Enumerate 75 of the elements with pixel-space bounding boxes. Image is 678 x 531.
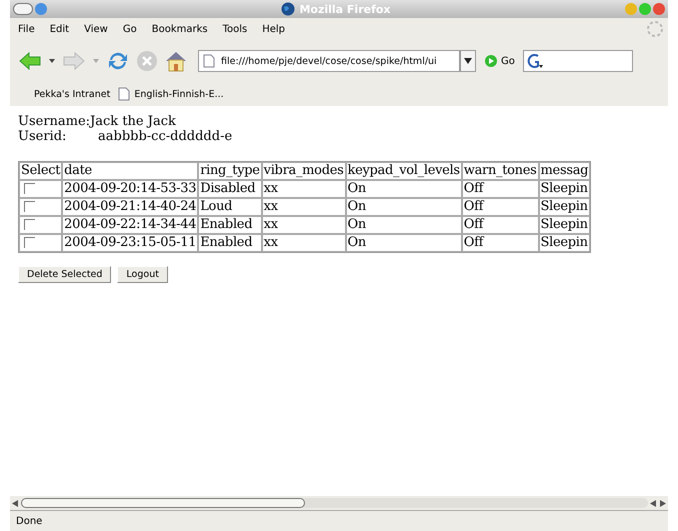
page-icon	[118, 87, 130, 101]
table-cell: Off	[462, 180, 539, 198]
table-cell: Sleepin	[538, 216, 590, 234]
form-button[interactable]: Logout	[117, 266, 168, 283]
column-header: warn_tones	[462, 162, 539, 180]
table-cell: 2004-09-21:14-40-24	[62, 198, 198, 216]
row-checkbox[interactable]	[24, 183, 35, 194]
column-header: keypad_vol_levels	[346, 162, 462, 180]
scroll-left-icon[interactable]	[12, 500, 19, 506]
address-dropdown-button[interactable]	[460, 50, 476, 72]
table-cell: xx	[262, 180, 346, 198]
column-header: messag	[538, 162, 590, 180]
table-cell: xx	[262, 234, 346, 252]
table-cell: Sleepin	[538, 234, 590, 252]
table-cell: On	[346, 216, 462, 234]
menu-item[interactable]: Go	[116, 24, 146, 34]
column-header: ring_type	[198, 162, 262, 180]
address-field[interactable]: file:///home/pje/devel/cose/cose/spike/html/ui	[198, 50, 460, 72]
menu-item[interactable]: Tools	[216, 24, 256, 34]
window-title: Mozilla Firefox	[299, 2, 391, 16]
throbber-icon	[646, 20, 664, 38]
reload-icon[interactable]	[106, 50, 130, 72]
table-cell: Off	[462, 234, 539, 252]
table-cell: Sleepin	[538, 180, 590, 198]
bookmark-item[interactable]: English-Finnish-E...	[118, 87, 224, 101]
dropdown-caret-icon	[464, 58, 472, 64]
scroll-left-icon[interactable]	[650, 500, 657, 506]
row-checkbox[interactable]	[24, 201, 35, 212]
close-button[interactable]	[652, 3, 665, 15]
dropdown-caret-icon[interactable]	[48, 58, 56, 64]
status-text: Done	[16, 516, 42, 526]
menu-item[interactable]: Help	[256, 24, 294, 34]
table-cell: Enabled	[198, 234, 262, 252]
menu-item[interactable]: File	[12, 24, 44, 34]
menu-item[interactable]: Bookmarks	[146, 24, 217, 34]
table-cell: 2004-09-22:14-34-44	[62, 216, 198, 234]
column-header: date	[62, 162, 198, 180]
horizontal-scrollbar[interactable]	[10, 496, 668, 510]
page-icon	[203, 54, 215, 68]
menu-item[interactable]: Edit	[44, 24, 78, 34]
search-field[interactable]	[522, 50, 633, 72]
scrollbar-thumb[interactable]	[21, 498, 306, 508]
column-header: Select	[19, 162, 62, 180]
table-cell: Loud	[198, 198, 262, 216]
table-cell: 2004-09-23:15-05-11	[62, 234, 198, 252]
table-cell: Enabled	[198, 216, 262, 234]
home-icon[interactable]	[164, 50, 188, 72]
row-checkbox[interactable]	[24, 219, 35, 230]
go-button[interactable]: Go	[482, 54, 517, 68]
table-cell: Sleepin	[538, 198, 590, 216]
shade-button[interactable]	[35, 3, 47, 15]
username-value: Jack the Jack	[90, 114, 176, 129]
menu-item[interactable]: View	[78, 24, 117, 34]
globe-icon	[281, 2, 296, 16]
table-cell: Disabled	[198, 180, 262, 198]
row-checkbox[interactable]	[24, 237, 35, 248]
table-cell: On	[346, 234, 462, 252]
table-cell: xx	[262, 198, 346, 216]
username-label: Username:	[18, 114, 90, 129]
table-cell: Off	[462, 198, 539, 216]
column-header: vibra_modes	[262, 162, 346, 180]
window-menu-button[interactable]	[13, 3, 33, 15]
userid-value: aabbbb-cc-dddddd-e	[98, 129, 232, 144]
bookmark-item[interactable]: Pekka's Intranet	[34, 88, 110, 100]
table-cell: 2004-09-20:14-53-33	[62, 180, 198, 198]
table-cell: On	[346, 180, 462, 198]
table-cell: Off	[462, 216, 539, 234]
scroll-right-icon[interactable]	[659, 500, 666, 506]
userid-label: Userid:	[18, 129, 68, 144]
table-cell: On	[346, 198, 462, 216]
go-icon	[484, 54, 498, 68]
back-arrow-icon[interactable]	[18, 50, 42, 72]
form-button[interactable]: Delete Selected	[18, 266, 112, 283]
search-engine-icon	[526, 53, 544, 69]
table-cell: xx	[262, 216, 346, 234]
